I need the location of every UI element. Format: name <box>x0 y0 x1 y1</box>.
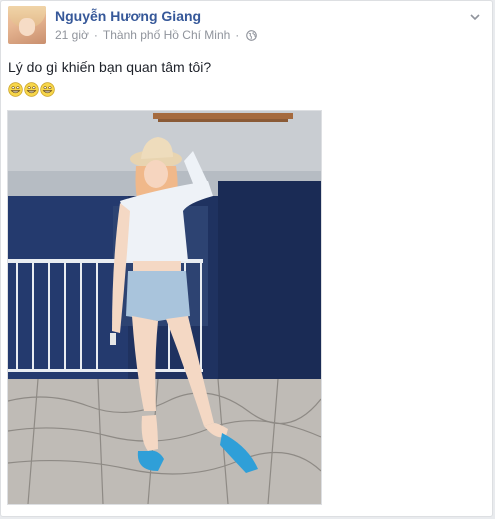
globe-icon[interactable] <box>246 29 258 41</box>
grinning-face-icon <box>40 82 55 97</box>
grinning-face-icon <box>8 82 23 97</box>
emoji-row <box>8 82 55 97</box>
photo-illustration <box>8 111 321 504</box>
avatar-face <box>19 18 35 36</box>
author-avatar[interactable] <box>8 6 46 44</box>
grinning-face-icon <box>24 82 39 97</box>
meta-separator-2: · <box>235 28 240 42</box>
post-timestamp[interactable]: 21 giờ <box>55 28 89 42</box>
post-text: Lý do gì khiến bạn quan tâm tôi? <box>8 59 212 75</box>
post-card: Nguyễn Hương Giang 21 giờ · Thành phố Hồ… <box>0 0 493 517</box>
post-photo[interactable] <box>7 110 322 505</box>
chevron-down-icon[interactable] <box>468 10 482 24</box>
post-meta: 21 giờ · Thành phố Hồ Chí Minh · <box>55 28 258 42</box>
meta-separator: · <box>93 28 98 42</box>
post-location[interactable]: Thành phố Hồ Chí Minh <box>103 28 230 42</box>
author-name-link[interactable]: Nguyễn Hương Giang <box>55 8 201 24</box>
